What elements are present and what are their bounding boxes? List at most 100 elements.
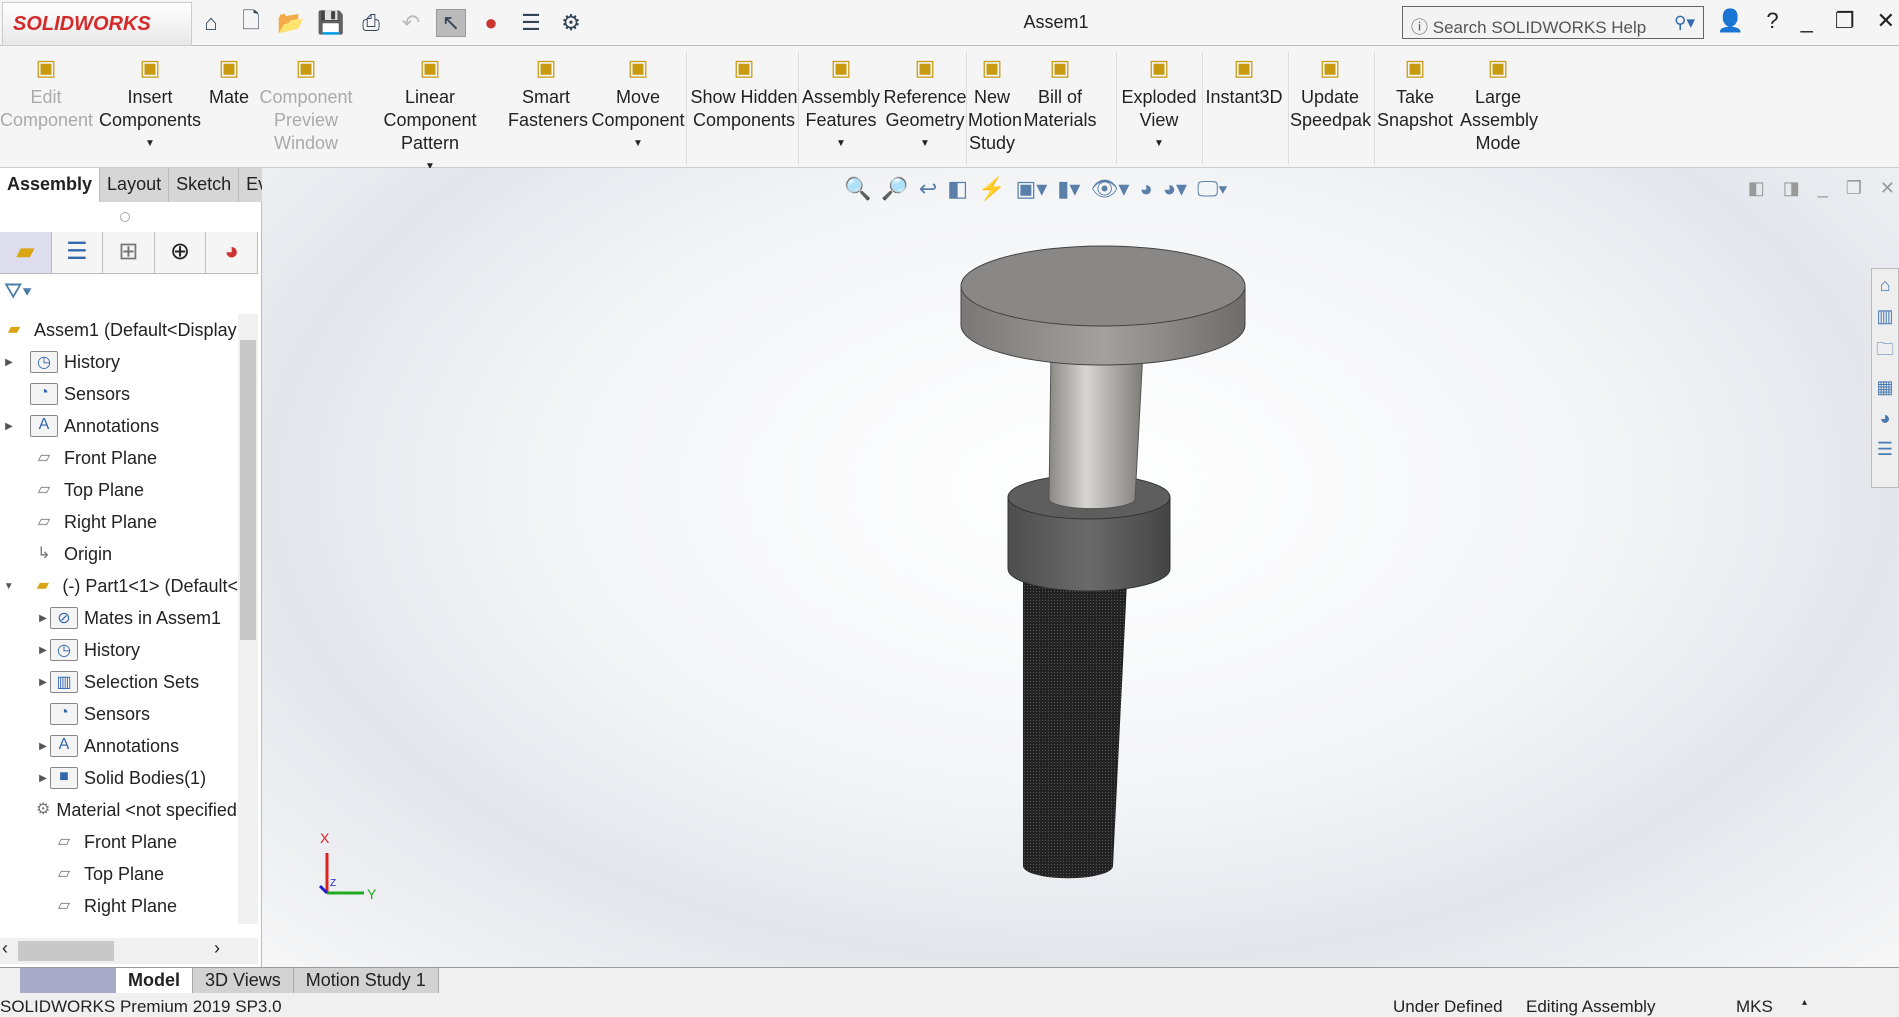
file-properties-icon[interactable]: ☰ [516, 10, 546, 36]
tree-item[interactable]: ◔ Sensors [0, 378, 238, 410]
expand-arrow-icon[interactable]: ▼ [2, 581, 15, 592]
ribbon-button-mate[interactable]: ▣ Mate [206, 56, 252, 109]
restore-icon[interactable]: ❐ [1835, 8, 1855, 34]
expand-arrow-icon[interactable]: ▶ [36, 645, 50, 656]
close-icon[interactable]: ✕ [1877, 8, 1895, 34]
ribbon-button-edit-component[interactable]: ▣ Edit Component [0, 56, 93, 132]
tree-item[interactable]: ▱ Front Plane [0, 826, 238, 858]
panel-splitter-handle[interactable] [120, 212, 130, 222]
expand-arrow-icon[interactable]: ▶ [2, 421, 16, 432]
ribbon-button-take-snapshot[interactable]: ▣ Take Snapshot [1376, 56, 1454, 132]
ribbon-button-label: New Motion Study [968, 87, 1023, 153]
print-icon[interactable]: ⎙ [356, 10, 386, 36]
ribbon-button-update-speedpak[interactable]: ▣ Update Speedpak [1290, 56, 1371, 132]
tree-item[interactable]: ▶ A Annotations [0, 730, 238, 762]
units-selector[interactable]: MKS [1736, 997, 1773, 1017]
select-arrow-icon[interactable]: ↖ [436, 9, 466, 37]
property-manager-tab-icon[interactable]: ☰ [51, 232, 104, 273]
tree-item[interactable]: ▱ Right Plane [0, 506, 238, 538]
home-icon[interactable]: ⌂ [196, 10, 226, 36]
ribbon-button-instant3d[interactable]: ▣ Instant3D [1204, 56, 1284, 109]
tree-item[interactable]: ▶ A Annotations [0, 410, 238, 442]
tree-item[interactable]: ▼ ▰ (-) Part1<1> (Default< [0, 570, 238, 602]
tree-item[interactable]: ▱ Right Plane [0, 890, 238, 922]
plane-icon: ▱ [57, 865, 71, 882]
dropdown-arrow-icon[interactable]: ▼ [800, 132, 882, 155]
help-search-input[interactable]: ⓘ Search SOLIDWORKS Help ⚲▾ [1402, 6, 1704, 39]
expand-arrow-icon[interactable]: ▶ [2, 357, 16, 368]
ribbon-button-show-hidden-components[interactable]: ▣ Show Hidden Components [690, 56, 798, 132]
tree-horizontal-scrollbar[interactable]: ‹ › [0, 938, 258, 964]
tree-item[interactable]: ▱ Top Plane [0, 858, 238, 890]
expand-arrow-icon[interactable]: ▶ [36, 677, 50, 688]
ribbon-button-new-motion-study[interactable]: ▣ New Motion Study [968, 56, 1022, 155]
bottom-tab-motion-study-1[interactable]: Motion Study 1 [293, 968, 439, 993]
user-icon[interactable]: 👤 [1717, 8, 1744, 34]
tab-sketch[interactable]: Sketch [169, 168, 240, 202]
selection-sets-icon: ▥ [50, 671, 78, 693]
ribbon-button-label: Mate [208, 87, 250, 107]
minimize-icon[interactable]: _ [1801, 8, 1813, 34]
feature-manager-tab-icon[interactable]: ▰ [0, 232, 52, 273]
dropdown-arrow-icon[interactable]: ▼ [882, 132, 968, 155]
options-gear-icon[interactable]: ⚙ [556, 10, 586, 36]
tab-layout[interactable]: Layout [100, 168, 170, 202]
ribbon-button-component-preview-window[interactable]: ▣ Component Preview Window [256, 56, 356, 155]
tree-item-label: Annotations [64, 415, 160, 436]
tab-assembly[interactable]: Assembly [0, 168, 101, 202]
threaded-rod[interactable] [1023, 582, 1127, 879]
expand-arrow-icon[interactable]: ▶ [36, 773, 50, 784]
ribbon-button-insert-components[interactable]: ▣ Insert Components ▼ [96, 56, 204, 155]
filter-icon[interactable]: ⛛▾ [4, 278, 32, 304]
ribbon-button-reference-geometry[interactable]: ▣ Reference Geometry ▼ [882, 56, 968, 155]
tree-item[interactable]: ▱ Top Plane [0, 474, 238, 506]
model-3d-view[interactable]: X Y Z [262, 168, 1899, 967]
ribbon-button-move-component[interactable]: ▣ Move Component ▼ [588, 56, 688, 155]
bottom-tab-model[interactable]: Model [116, 968, 193, 993]
window-controls: 👤 ? _ ❐ ✕ [1717, 8, 1895, 34]
tree-vertical-scrollbar[interactable] [238, 314, 258, 924]
save-icon[interactable]: 💾 [316, 10, 346, 36]
ribbon-button-linear-component-pattern[interactable]: ▣ Linear Component Pattern ▼ [356, 56, 504, 178]
ribbon-button-label: Component Preview Window [259, 87, 353, 153]
tree-item[interactable]: ▰ Assem1 (Default<Display [0, 314, 238, 346]
help-question-icon[interactable]: ? [1766, 8, 1778, 34]
tree-item-label: Front Plane [84, 831, 178, 852]
rebuild-traffic-light-icon[interactable]: ● [476, 10, 506, 36]
ribbon-button-exploded-view[interactable]: ▣ Exploded View ▼ [1120, 56, 1198, 155]
configuration-manager-tab-icon[interactable]: ⊞ [103, 232, 155, 273]
ribbon-button-assembly-features[interactable]: ▣ Assembly Features ▼ [800, 56, 882, 155]
tab-scroll-arrows[interactable] [20, 968, 116, 993]
open-icon[interactable]: 📂 [276, 10, 306, 36]
top-disc[interactable] [960, 245, 1246, 366]
ribbon-button-large-assembly-mode[interactable]: ▣ Large Assembly Mode [1460, 56, 1538, 155]
tree-item[interactable]: ▶ ⊘ Mates in Assem1 [0, 602, 238, 634]
dropdown-arrow-icon[interactable]: ▼ [96, 132, 204, 155]
tree-item[interactable]: ▶ ◷ History [0, 634, 238, 666]
dropdown-arrow-icon[interactable]: ▼ [1120, 132, 1198, 155]
tree-item[interactable]: ▶ ▥ Selection Sets [0, 666, 238, 698]
tree-item[interactable]: ⚙ Material <not specified> [0, 794, 238, 826]
solidworks-logo[interactable]: SOLIDWORKS [2, 2, 192, 46]
display-manager-tab-icon[interactable]: ◕ [206, 232, 258, 273]
undo-icon[interactable]: ↶ [396, 10, 426, 36]
search-icon[interactable]: ⚲▾ [1674, 13, 1695, 33]
graphics-area[interactable]: 🔍 🔎 ↩ ◧ ⚡ ▣▾ ▮▾ 👁▾ ◕ ◕▾ 🖵▾ ◧ ◨ _ ❐ ✕ ⌂ ▥… [262, 168, 1899, 967]
dimxpert-tab-icon[interactable]: ⊕ [154, 232, 207, 273]
ribbon-button-smart-fasteners[interactable]: ▣ Smart Fasteners [508, 56, 588, 132]
tree-item[interactable]: ◔ Sensors [0, 698, 238, 730]
ribbon-button-bill-of-materials[interactable]: ▣ Bill of Materials [1022, 56, 1098, 132]
units-dropdown-icon[interactable]: ▴ [1802, 997, 1807, 1008]
bottom-tab-3d-views[interactable]: 3D Views [193, 968, 294, 993]
tree-item[interactable]: ↳Origin [0, 538, 238, 570]
expand-arrow-icon[interactable]: ▶ [36, 613, 50, 624]
shaft[interactable] [1048, 350, 1144, 510]
dropdown-arrow-icon[interactable]: ▼ [588, 132, 688, 155]
tree-item[interactable]: ▶ ■ Solid Bodies(1) [0, 762, 238, 794]
tree-item[interactable]: ↳Origin [0, 922, 238, 924]
expand-arrow-icon[interactable]: ▶ [36, 741, 50, 752]
tree-item[interactable]: ▶ ◷ History [0, 346, 238, 378]
new-document-icon[interactable]: 🗋 [236, 4, 266, 42]
document-title: Assem1 [1023, 12, 1089, 32]
tree-item[interactable]: ▱ Front Plane [0, 442, 238, 474]
